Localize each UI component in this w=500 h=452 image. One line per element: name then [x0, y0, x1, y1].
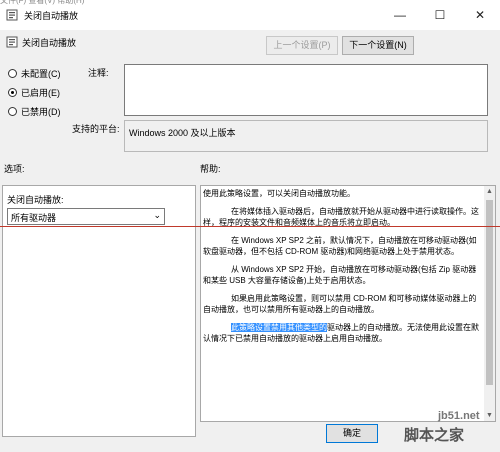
help-paragraph: 如果启用此策略设置，则可以禁用 CD-ROM 和可移动媒体驱动器上的自动播放，也… — [203, 294, 477, 314]
comment-label: 注释: — [88, 68, 109, 78]
radio-circle[interactable] — [8, 68, 17, 78]
help-scrollbar[interactable]: ▲ ▼ — [484, 186, 495, 421]
scrollbar-thumb[interactable] — [486, 200, 493, 385]
options-panel: 关闭自动播放: 所有驱动器 ⌄ — [2, 185, 196, 437]
help-text: 使用此策略设置，可以关闭自动播放功能。 在将媒体插入驱动器后，自动播放就开始从驱… — [203, 188, 479, 351]
autoplay-field-label: 关闭自动播放: — [7, 195, 64, 205]
policy-icon — [6, 9, 18, 21]
ok-button[interactable]: 确定 — [326, 424, 378, 443]
radio-label: 已启用(E) — [21, 87, 60, 98]
help-paragraph: 在 Windows XP SP2 之前，默认情况下，自动播放在可移动驱动器(如软… — [203, 236, 477, 256]
help-paragraph: 从 Windows XP SP2 开始，自动播放在可移动驱动器(包括 Zip 驱… — [203, 265, 477, 285]
platform-label: 支持的平台: — [72, 124, 120, 134]
help-paragraph: 使用此策略设置，可以关闭自动播放功能。 — [203, 189, 355, 198]
watermark-text: 脚本之家 — [404, 427, 465, 444]
radio-not-configured[interactable]: 未配置(C) — [8, 67, 61, 79]
platform-field: Windows 2000 及以上版本 — [124, 120, 488, 152]
platform-value: Windows 2000 及以上版本 — [129, 128, 236, 138]
annotation-red-line — [0, 226, 500, 227]
title-bar: 文件(F) 查看(V) 帮助(H) 关闭自动播放 — ☐ ✕ — [0, 0, 500, 30]
policy-name: 关闭自动播放 — [22, 38, 77, 48]
help-paragraph: 此策略设置禁用其他类型的驱动器上的自动播放。无法使用此设置在默认情况下已禁用自动… — [203, 322, 479, 344]
options-heading: 选项: — [4, 164, 25, 174]
radio-label: 已禁用(D) — [21, 106, 61, 117]
background-menu-text: 文件(F) 查看(V) 帮助(H) — [0, 0, 85, 5]
window-title: 关闭自动播放 — [24, 11, 79, 21]
selected-text: 此策略设置禁用其他类型的 — [231, 323, 327, 332]
radio-disabled[interactable]: 已禁用(D) — [8, 105, 61, 117]
select-value: 所有驱动器 — [11, 213, 57, 223]
policy-setting-icon — [6, 36, 18, 48]
help-heading: 帮助: — [200, 164, 221, 174]
radio-label: 未配置(C) — [21, 68, 61, 79]
scroll-down-arrow-icon[interactable]: ▼ — [484, 410, 495, 421]
watermark-url: jb51.net — [438, 410, 480, 422]
comment-textarea[interactable] — [124, 64, 488, 116]
maximize-button[interactable]: ☐ — [420, 0, 460, 30]
drive-type-select[interactable]: 所有驱动器 ⌄ — [7, 208, 165, 225]
help-panel: 使用此策略设置，可以关闭自动播放功能。 在将媒体插入驱动器后，自动播放就开始从驱… — [200, 185, 496, 422]
help-paragraph: 在将媒体插入驱动器后，自动播放就开始从驱动器中进行读取操作。这样，程序的安装文件… — [203, 207, 479, 227]
next-setting-button[interactable]: 下一个设置(N) — [342, 36, 414, 55]
previous-setting-button[interactable]: 上一个设置(P) — [266, 36, 338, 55]
radio-circle[interactable] — [8, 106, 17, 116]
minimize-button[interactable]: — — [380, 0, 420, 30]
radio-enabled[interactable]: 已启用(E) — [8, 86, 60, 98]
radio-circle-selected[interactable] — [8, 87, 17, 97]
chevron-down-icon: ⌄ — [153, 210, 161, 220]
close-button[interactable]: ✕ — [460, 0, 500, 30]
scroll-up-arrow-icon[interactable]: ▲ — [484, 186, 495, 197]
